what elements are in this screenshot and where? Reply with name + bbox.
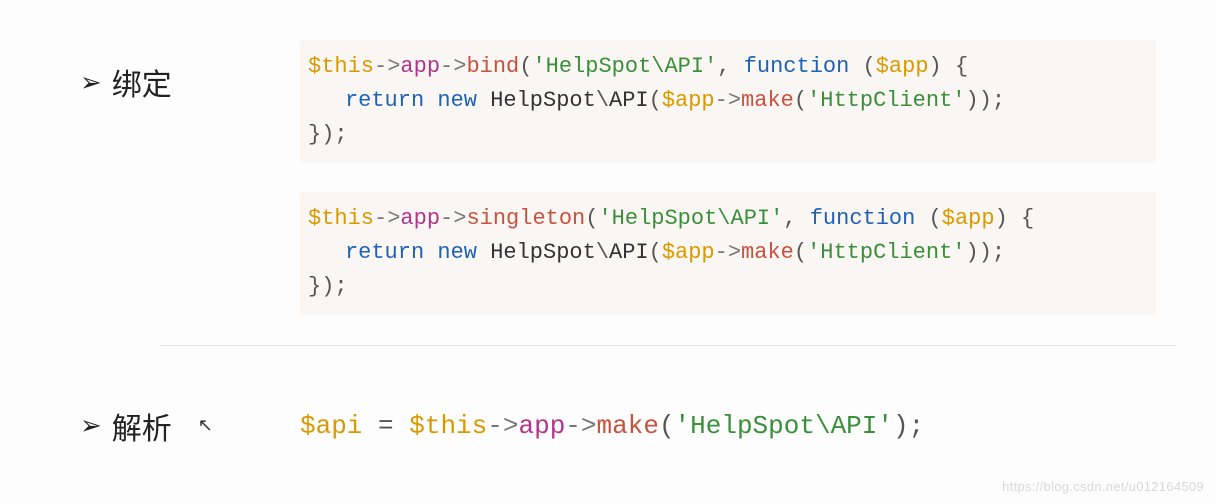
bullet-mark: ➢	[80, 67, 102, 98]
code-block-make: $api = $this->app->make('HelpSpot\API');	[300, 396, 1156, 456]
divider	[160, 345, 1176, 346]
code-block-bind: $this->app->bind('HelpSpot\API', functio…	[300, 40, 1156, 162]
code-line: $api = $this->app->make('HelpSpot\API');	[300, 406, 1156, 446]
cursor-icon: ↖	[198, 415, 213, 436]
section-bind: ➢ 绑定 $this->app->bind('HelpSpot\API', fu…	[0, 0, 1216, 162]
code-line: return new HelpSpot\API($app->make('Http…	[308, 236, 1148, 270]
bullet-label-bind: 绑定	[112, 60, 172, 104]
bullet-bind: ➢ 绑定	[0, 40, 300, 104]
code-line: $this->app->bind('HelpSpot\API', functio…	[308, 50, 1148, 84]
watermark: https://blog.csdn.net/u012164509	[1002, 479, 1204, 494]
section-resolve: ➢ 解析 ↖ $api = $this->app->make('HelpSpot…	[0, 396, 1216, 456]
code-line: });	[308, 118, 1148, 152]
code-line: return new HelpSpot\API($app->make('Http…	[308, 84, 1148, 118]
bullet-resolve: ➢ 解析 ↖	[0, 404, 300, 448]
bullet-mark: ➢	[80, 410, 102, 441]
bullet-label-resolve: 解析	[112, 404, 172, 448]
code-line: });	[308, 270, 1148, 304]
code-line: $this->app->singleton('HelpSpot\API', fu…	[308, 202, 1148, 236]
code-block-singleton: $this->app->singleton('HelpSpot\API', fu…	[300, 192, 1156, 314]
